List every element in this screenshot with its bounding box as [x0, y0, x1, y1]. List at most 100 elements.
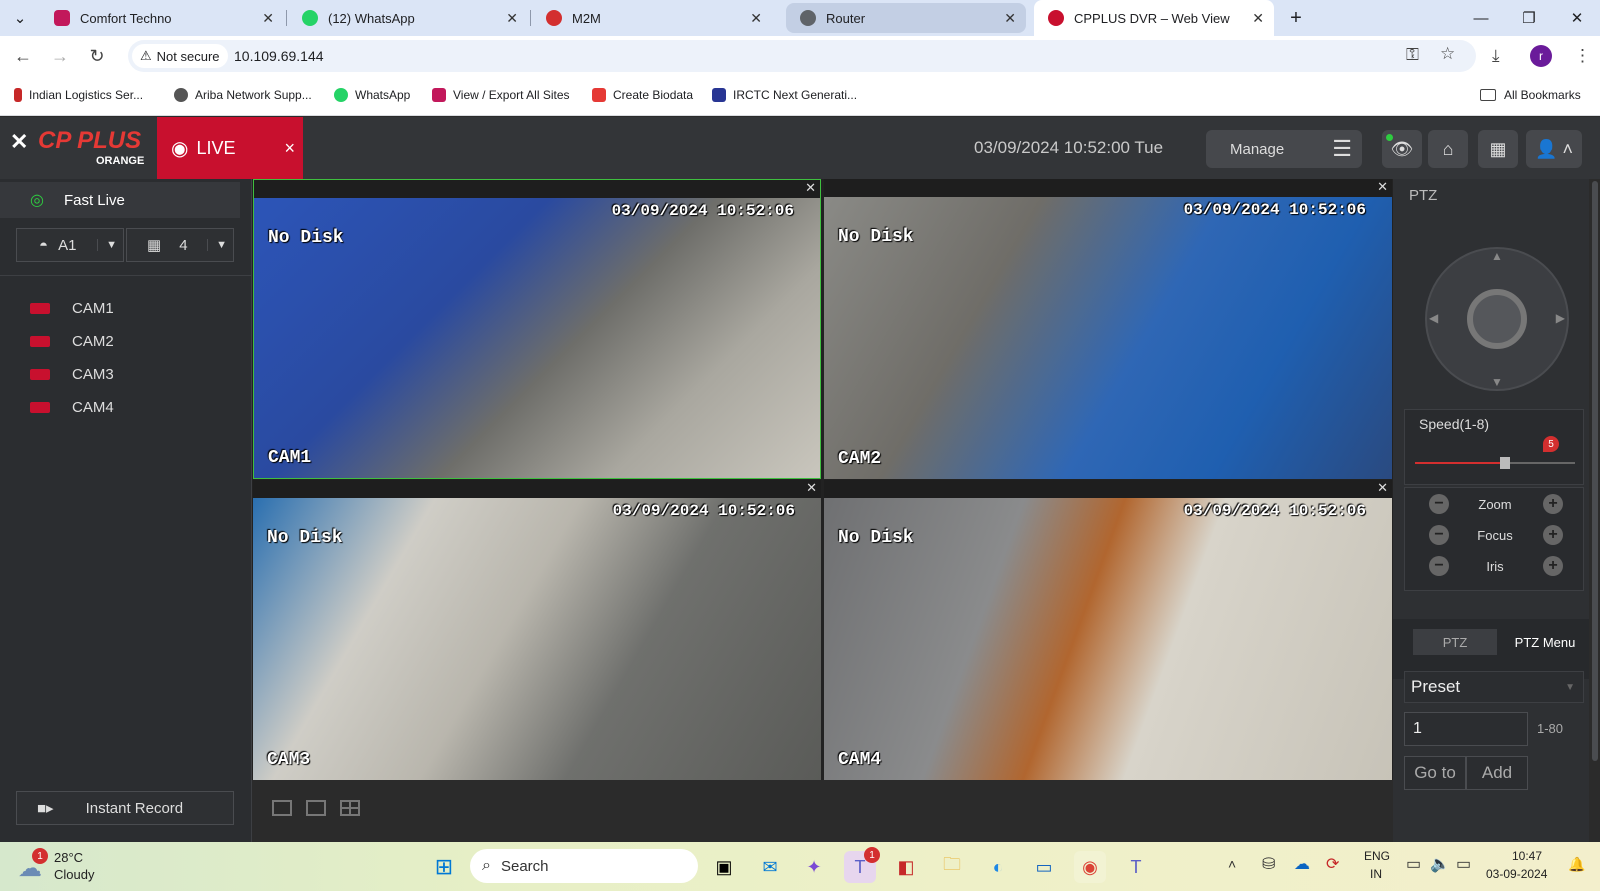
close-feed-icon[interactable]: ✕	[806, 480, 817, 496]
preset-select[interactable]: Preset ▼	[1404, 671, 1584, 703]
app-icon[interactable]: ◧	[890, 851, 922, 883]
quad-view-icon[interactable]	[340, 800, 360, 816]
tab-search-icon[interactable]: ⌄	[0, 0, 40, 36]
focus-minus-icon[interactable]: −	[1429, 525, 1449, 545]
camera-list-item[interactable]: CAM4	[30, 399, 114, 416]
close-live-icon[interactable]: ×	[284, 138, 295, 159]
home-icon[interactable]: ⌂	[1428, 130, 1468, 168]
live-tab[interactable]: ◉ LIVE ×	[157, 117, 303, 179]
volume-icon[interactable]: 🔈	[1430, 854, 1450, 874]
windows-start-icon[interactable]: ⊞	[428, 851, 460, 883]
panel-scrollbar[interactable]	[1590, 179, 1600, 842]
tab-m2m[interactable]: M2M ✕	[532, 0, 772, 36]
language-top[interactable]: ENG	[1364, 849, 1390, 863]
camera-list-item[interactable]: CAM3	[30, 366, 114, 383]
bookmark-item[interactable]: IRCTC Next Generati...	[712, 88, 857, 102]
layout-select[interactable]: ▦ 4 ▼	[126, 228, 234, 262]
video-cell-cam2[interactable]: ✕ 03/09/2024 10:52:06 No Disk CAM2	[824, 179, 1392, 479]
qr-code-icon[interactable]: ▦	[1478, 130, 1518, 168]
reload-icon[interactable]: ↻	[85, 44, 109, 68]
network-tray-icon[interactable]: ⛁	[1262, 854, 1275, 874]
preset-number-input[interactable]: 1	[1404, 712, 1528, 746]
single-view-icon[interactable]	[306, 800, 326, 816]
iris-plus-icon[interactable]: +	[1543, 556, 1563, 576]
close-tab-icon[interactable]: ✕	[750, 10, 762, 27]
copilot-icon[interactable]: ✦	[798, 851, 830, 883]
task-view-icon[interactable]: ▣	[708, 851, 740, 883]
remote-desktop-icon[interactable]: ▭	[1028, 851, 1060, 883]
speed-slider[interactable]	[1415, 457, 1575, 469]
zoom-in-icon[interactable]: +	[1543, 494, 1563, 514]
back-arrow-icon[interactable]: ←	[11, 44, 35, 68]
fast-live-button[interactable]: ◎ Fast Live	[0, 182, 240, 218]
zoom-out-icon[interactable]: −	[1429, 494, 1449, 514]
clock-date[interactable]: 03-09-2024	[1486, 867, 1547, 881]
battery-icon[interactable]: ▭	[1456, 854, 1471, 874]
chrome-icon[interactable]: ◉	[1074, 851, 1106, 883]
bookmark-item[interactable]: WhatsApp	[334, 88, 410, 102]
tab-router[interactable]: Router ✕	[786, 3, 1026, 33]
password-key-icon[interactable]: ⚿	[1406, 45, 1419, 65]
address-bar[interactable]: ⚠ Not secure 10.109.69.144 ⚿ ☆	[128, 40, 1476, 72]
notification-bell-icon[interactable]: 🔔	[1568, 856, 1585, 873]
tab-ptz[interactable]: PTZ	[1413, 629, 1497, 655]
iris-minus-icon[interactable]: −	[1429, 556, 1449, 576]
arrow-up-icon[interactable]: ▲	[1491, 249, 1503, 263]
minimize-icon[interactable]: —	[1458, 0, 1504, 36]
taskbar-search[interactable]: ⌕ Search	[470, 849, 698, 883]
fullscreen-icon[interactable]	[272, 800, 292, 816]
url-text[interactable]: 10.109.69.144	[234, 48, 324, 64]
tab-cpplus-dvr[interactable]: CPPLUS DVR – Web View ✕	[1034, 0, 1274, 36]
camera-list-item[interactable]: CAM1	[30, 300, 114, 317]
bookmark-item[interactable]: Ariba Network Supp...	[174, 88, 312, 102]
video-cell-cam1[interactable]: ✕ 03/09/2024 10:52:06 No Disk CAM1	[253, 179, 821, 479]
new-tab-icon[interactable]: +	[1274, 0, 1318, 36]
scrollbar-thumb[interactable]	[1592, 181, 1598, 761]
file-explorer-icon[interactable]: 🗀	[936, 851, 968, 883]
tab-whatsapp[interactable]: (12) WhatsApp ✕	[288, 0, 528, 36]
language-bottom[interactable]: IN	[1370, 867, 1382, 881]
tab-comfort-techno[interactable]: Comfort Techno ✕	[40, 0, 284, 36]
profile-avatar[interactable]: r	[1530, 45, 1552, 67]
ptz-center-knob[interactable]	[1467, 289, 1527, 349]
sync-icon[interactable]: ⟳	[1326, 854, 1339, 874]
add-preset-button[interactable]: Add	[1466, 756, 1528, 790]
focus-plus-icon[interactable]: +	[1543, 525, 1563, 545]
close-tab-icon[interactable]: ✕	[1252, 10, 1264, 27]
arrow-right-icon[interactable]: ▶	[1556, 311, 1565, 325]
maximize-icon[interactable]: ❐	[1506, 0, 1552, 36]
arrow-down-icon[interactable]: ▼	[1491, 375, 1503, 389]
teams-icon[interactable]: T1	[844, 847, 880, 883]
close-feed-icon[interactable]: ✕	[1377, 480, 1388, 496]
close-window-icon[interactable]: ✕	[1554, 0, 1600, 36]
instant-record-button[interactable]: ■▸ Instant Record	[16, 791, 234, 825]
manage-button[interactable]: Manage ☰	[1206, 130, 1362, 168]
channel-select[interactable]: ◓ A1 ▼	[16, 228, 124, 262]
goto-preset-button[interactable]: Go to	[1404, 756, 1466, 790]
close-tab-icon[interactable]: ✕	[262, 10, 274, 27]
onedrive-icon[interactable]: ☁	[1294, 854, 1310, 874]
menu-dots-icon[interactable]: ⋮	[1574, 46, 1591, 66]
arrow-left-icon[interactable]: ◀	[1429, 311, 1438, 325]
speed-slider-handle[interactable]	[1499, 457, 1510, 469]
all-bookmarks[interactable]: All Bookmarks	[1480, 88, 1581, 102]
forward-arrow-icon[interactable]: →	[48, 44, 72, 68]
security-chip[interactable]: ⚠ Not secure	[132, 44, 228, 68]
outlook-icon[interactable]: ✉	[754, 851, 786, 883]
bookmark-item[interactable]: View / Export All Sites	[432, 88, 570, 102]
close-feed-icon[interactable]: ✕	[805, 180, 816, 196]
bookmark-item[interactable]: Indian Logistics Ser...	[14, 88, 143, 102]
ptz-direction-pad[interactable]: ▲ ▼ ◀ ▶	[1425, 247, 1569, 391]
video-cell-cam4[interactable]: ✕ 03/09/2024 10:52:06 No Disk CAM4	[824, 480, 1392, 780]
live-view-eye-icon[interactable]: 👁	[1382, 130, 1422, 168]
clock-time[interactable]: 10:47	[1512, 849, 1542, 863]
display-icon[interactable]: ▭	[1406, 854, 1421, 874]
tab-ptz-menu[interactable]: PTZ Menu	[1503, 629, 1587, 655]
user-menu-icon[interactable]: 👤 ˄	[1526, 130, 1582, 168]
close-tab-icon[interactable]: ✕	[1004, 10, 1016, 27]
weather-widget[interactable]: ☁ 1 28°C Cloudy	[18, 848, 138, 886]
close-feed-icon[interactable]: ✕	[1377, 179, 1388, 195]
teams-work-icon[interactable]: T	[1120, 851, 1152, 883]
edge-icon[interactable]: ◐	[982, 851, 1014, 883]
bookmark-star-icon[interactable]: ☆	[1440, 44, 1455, 64]
